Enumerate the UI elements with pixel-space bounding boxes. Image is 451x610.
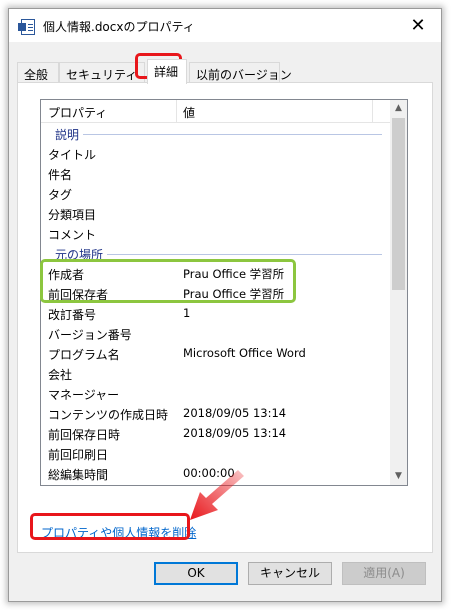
property-value[interactable]: 1 xyxy=(183,306,190,320)
property-name: コメント xyxy=(48,228,97,242)
scroll-thumb[interactable] xyxy=(392,118,405,290)
scroll-up-arrow-icon[interactable]: ▲ xyxy=(390,100,407,117)
property-row[interactable]: 件名 xyxy=(41,163,390,183)
scroll-down-arrow-icon[interactable]: ▼ xyxy=(390,468,407,485)
property-row[interactable]: タイトル xyxy=(41,143,390,163)
tab-security[interactable]: セキュリティ xyxy=(59,62,145,83)
cancel-button[interactable]: キャンセル xyxy=(248,562,332,585)
property-name: 総編集時間 xyxy=(48,468,109,482)
property-value[interactable]: Prau Office 学習所 xyxy=(183,286,284,302)
group-divider xyxy=(55,134,382,135)
group-header[interactable]: 元の場所 xyxy=(41,243,390,263)
property-name: 改訂番号 xyxy=(48,308,97,322)
property-value[interactable]: Prau Office 学習所 xyxy=(183,266,284,282)
property-row[interactable]: 前回印刷日 xyxy=(41,443,390,463)
property-value[interactable]: Microsoft Office Word xyxy=(183,346,306,360)
word-document-icon xyxy=(18,19,35,35)
property-name: タイトル xyxy=(48,148,97,162)
property-row[interactable]: 分類項目 xyxy=(41,203,390,223)
column-header-property[interactable]: プロパティ xyxy=(48,104,107,121)
property-row[interactable]: 作成者 Prau Office 学習所 xyxy=(41,263,390,283)
column-header-value[interactable]: 値 xyxy=(183,104,195,121)
property-row[interactable]: 会社 xyxy=(41,363,390,383)
property-name: タグ xyxy=(48,188,73,202)
close-button[interactable]: ✕ xyxy=(395,9,441,42)
tab-previous-versions[interactable]: 以前のバージョン xyxy=(189,62,292,83)
ok-button[interactable]: OK xyxy=(154,562,238,585)
property-name: バージョン番号 xyxy=(48,328,132,342)
pointer-arrow-icon xyxy=(190,470,244,520)
property-row[interactable]: タグ xyxy=(41,183,390,203)
property-name: 作成者 xyxy=(48,268,85,282)
group-header[interactable]: 説明 xyxy=(41,123,390,143)
property-value[interactable]: 2018/09/05 13:14 xyxy=(183,426,286,440)
title-bar: 個人情報.docxのプロパティ ✕ xyxy=(9,9,441,42)
tab-general[interactable]: 全般 xyxy=(17,62,59,83)
column-divider[interactable] xyxy=(176,100,177,123)
property-list[interactable]: プロパティ 値 説明タイトル件名タグ分類項目コメント元の場所作成者 Prau Of… xyxy=(40,99,408,486)
property-name: 会社 xyxy=(48,368,73,382)
property-row[interactable]: コンテンツの作成日時 2018/09/05 13:14 xyxy=(41,403,390,423)
column-divider[interactable] xyxy=(372,100,373,123)
property-name: 件名 xyxy=(48,168,73,182)
property-row[interactable]: 改訂番号 1 xyxy=(41,303,390,323)
window-title: 個人情報.docxのプロパティ xyxy=(43,20,195,34)
property-name: コンテンツの作成日時 xyxy=(48,408,169,422)
property-row[interactable]: コメント xyxy=(41,223,390,243)
tab-details[interactable]: 詳細 xyxy=(147,59,187,84)
apply-button[interactable]: 適用(A) xyxy=(342,562,426,585)
property-name: マネージャー xyxy=(48,388,120,402)
property-rows: 説明タイトル件名タグ分類項目コメント元の場所作成者 Prau Office 学習所… xyxy=(41,123,390,485)
group-label: 元の場所 xyxy=(55,246,108,263)
property-row[interactable]: プログラム名 Microsoft Office Word xyxy=(41,343,390,363)
list-header: プロパティ 値 xyxy=(41,100,390,123)
property-row[interactable]: マネージャー xyxy=(41,383,390,403)
property-row[interactable]: バージョン番号 xyxy=(41,323,390,343)
property-name: 分類項目 xyxy=(48,208,97,222)
remove-properties-link[interactable]: プロパティや個人情報を削除 xyxy=(41,524,196,541)
property-name: 前回保存者 xyxy=(48,288,109,302)
property-name: 前回印刷日 xyxy=(48,448,109,462)
property-name: 前回保存日時 xyxy=(48,428,121,442)
vertical-scrollbar[interactable]: ▲ ▼ xyxy=(390,100,407,485)
property-value[interactable]: 2018/09/05 13:14 xyxy=(183,406,286,420)
property-name: プログラム名 xyxy=(48,348,120,362)
property-row[interactable]: 前回保存者 Prau Office 学習所 xyxy=(41,283,390,303)
group-label: 説明 xyxy=(55,126,84,143)
property-row[interactable]: 前回保存日時 2018/09/05 13:14 xyxy=(41,423,390,443)
